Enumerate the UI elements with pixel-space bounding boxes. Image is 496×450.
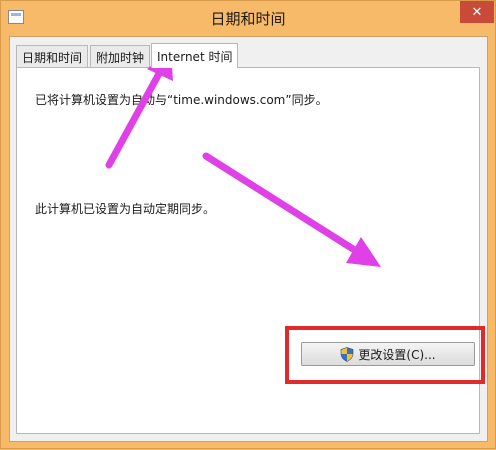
change-settings-button[interactable]: 更改设置(C)...	[301, 342, 475, 366]
tab-date-and-time[interactable]: 日期和时间	[16, 45, 89, 67]
tab-additional-clocks[interactable]: 附加时钟	[90, 45, 151, 67]
title-bar[interactable]: 日期和时间 ✕	[1, 1, 495, 35]
auto-sync-text: 此计算机已设置为自动定期同步。	[35, 202, 216, 216]
dialog-body: 日期和时间 附加时钟 Internet 时间 已将计算机设置为自动与“time.…	[9, 36, 488, 442]
close-icon: ✕	[471, 4, 483, 20]
close-button[interactable]: ✕	[460, 1, 494, 23]
window-title: 日期和时间	[210, 10, 286, 28]
date-time-dialog: 日期和时间 ✕ 日期和时间 附加时钟 Internet 时间 已将计算机设置为自…	[0, 0, 496, 449]
change-settings-label: 更改设置(C)...	[358, 347, 436, 362]
sync-server-text: 已将计算机设置为自动与“time.windows.com”同步。	[35, 93, 328, 107]
tab-internet-time[interactable]: Internet 时间	[151, 43, 239, 68]
uac-shield-icon	[341, 346, 354, 362]
internet-time-panel: 已将计算机设置为自动与“time.windows.com”同步。 此计算机已设置…	[16, 67, 485, 434]
